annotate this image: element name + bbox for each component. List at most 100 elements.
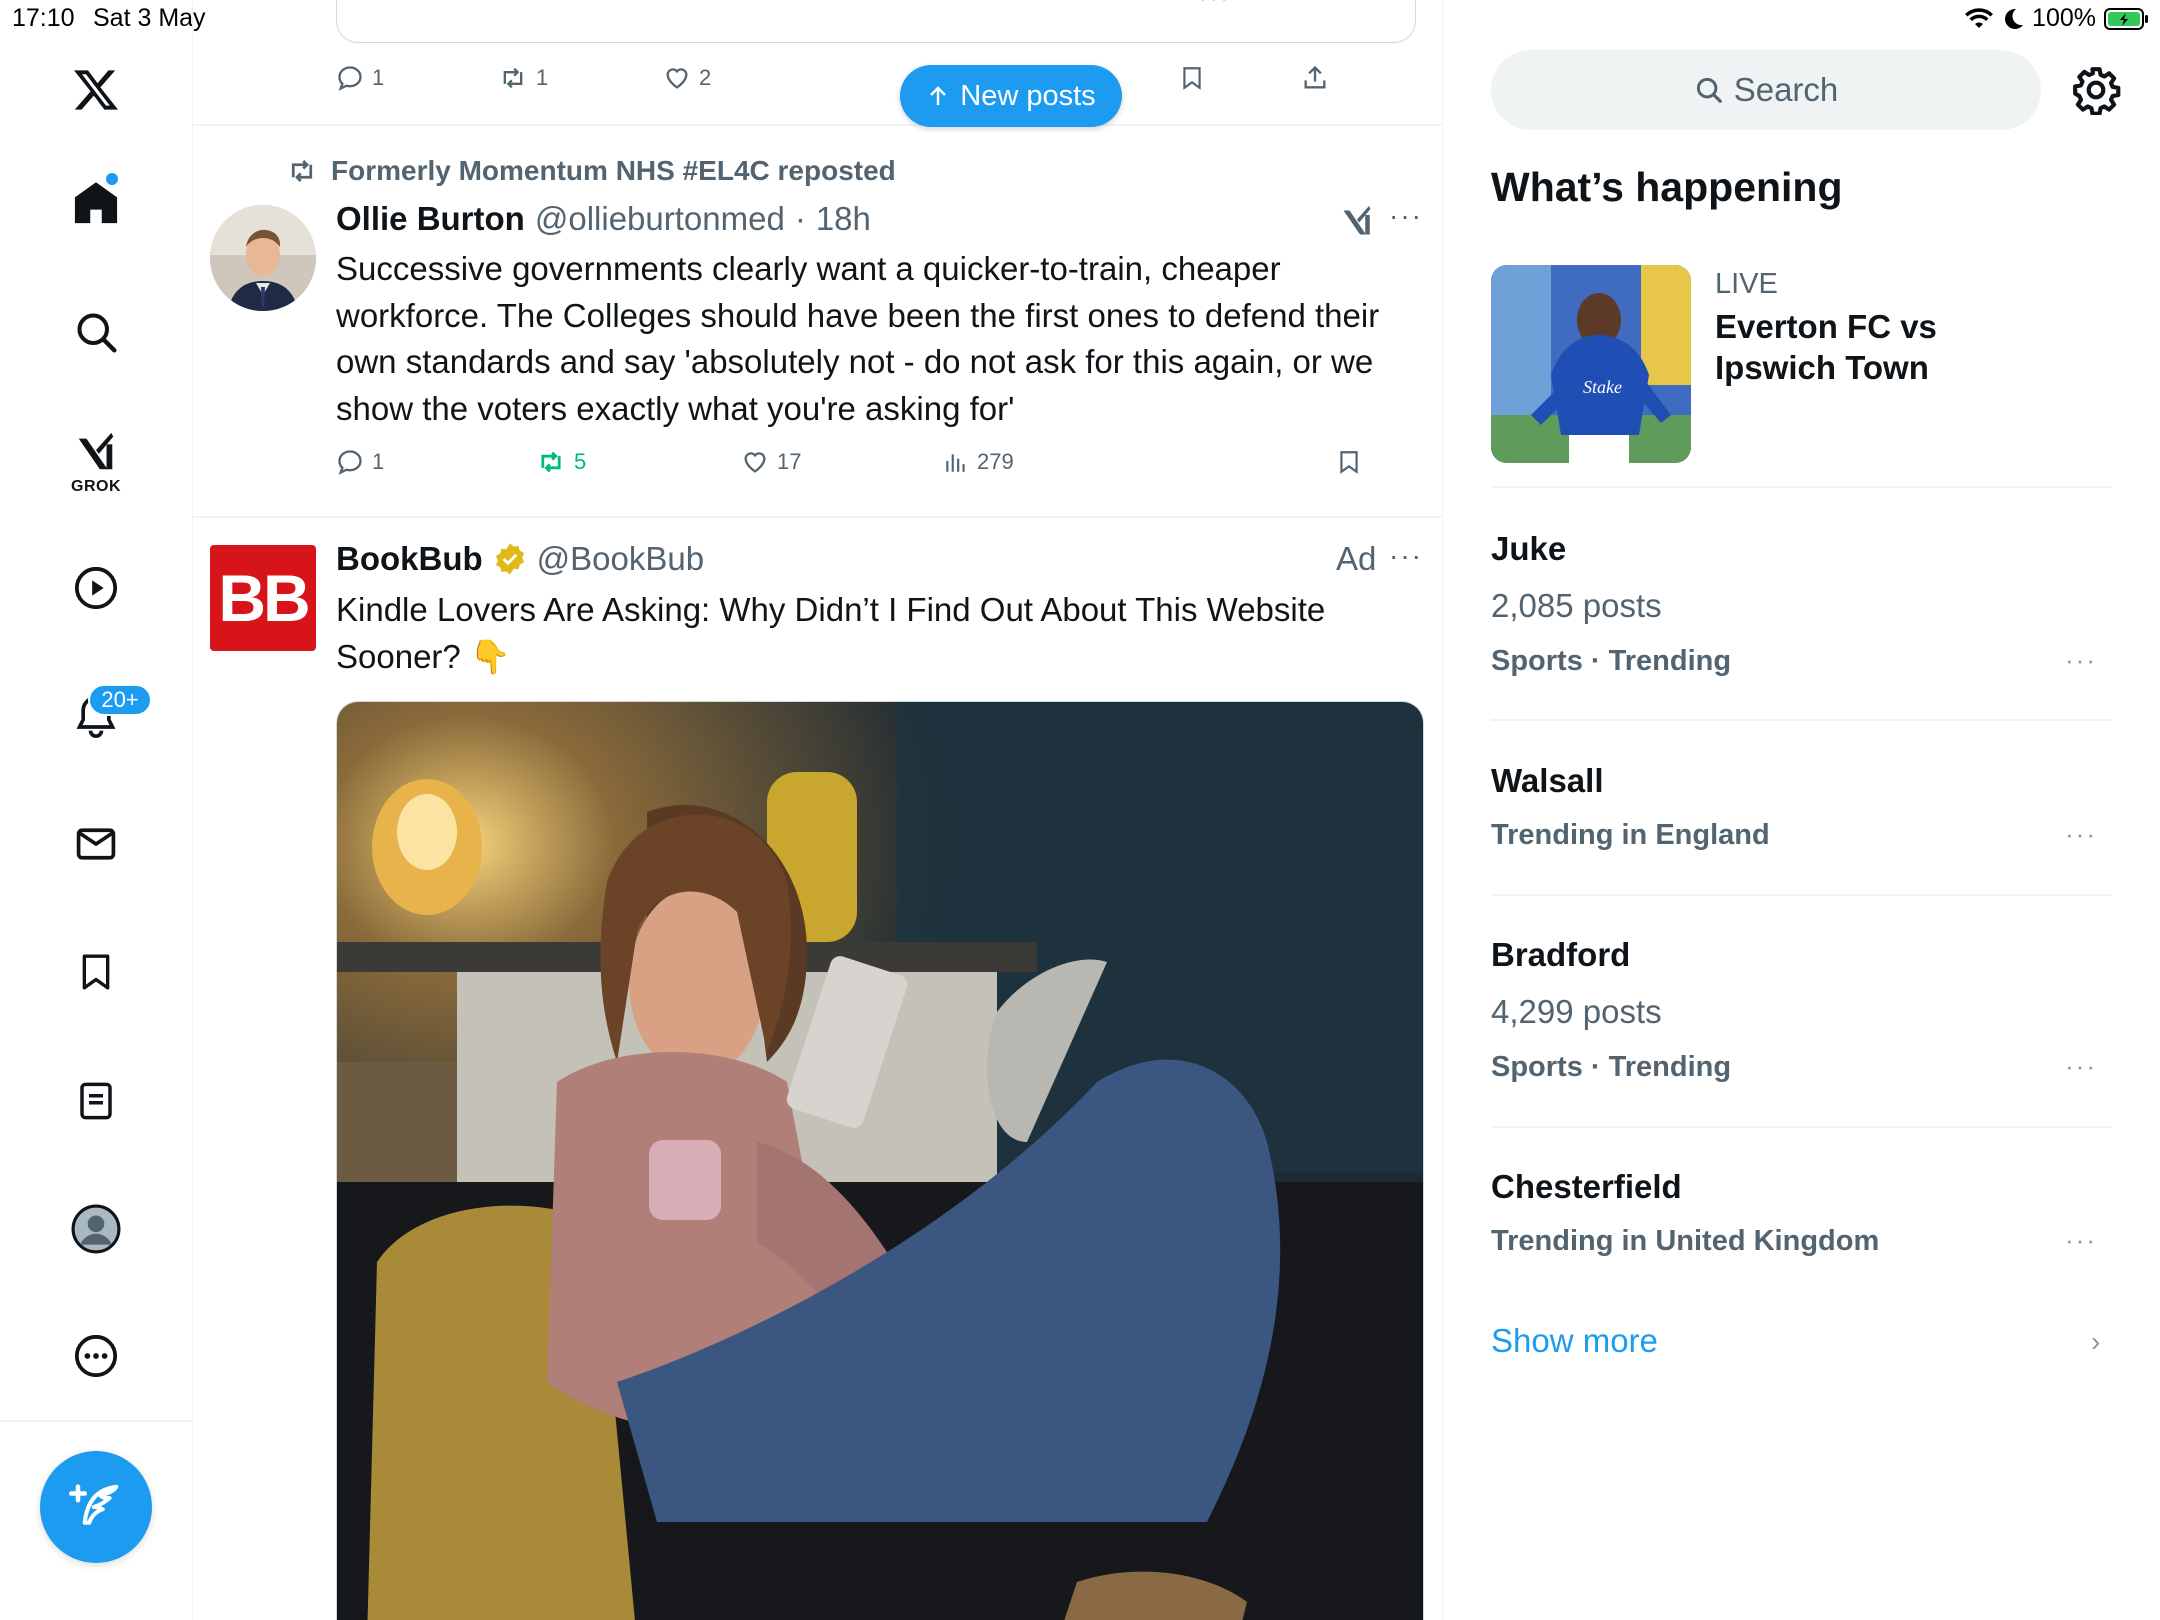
trend-divider <box>1491 719 2111 721</box>
mail-icon[interactable] <box>66 814 126 874</box>
post-divider <box>193 124 1442 126</box>
more-icon[interactable] <box>66 1326 126 1386</box>
trend-divider <box>1491 894 2111 896</box>
like-button[interactable]: 17 <box>741 448 801 476</box>
trend-title[interactable]: Walsall <box>1491 762 1604 800</box>
trend-more-icon[interactable]: ··· <box>2065 1225 2097 1256</box>
trend-more-icon[interactable]: ··· <box>2065 1051 2097 1082</box>
views-count: 279 <box>977 449 1014 474</box>
reply-count: 1 <box>372 449 385 474</box>
trend-count: 4,299 posts <box>1491 993 1662 1030</box>
trend-title[interactable]: Bradford <box>1491 936 1630 974</box>
verified-badge-icon <box>495 543 524 575</box>
avatar[interactable] <box>210 205 316 311</box>
post-time[interactable]: 18h <box>816 200 871 238</box>
search-placeholder: Search <box>1733 71 1839 108</box>
like-count: 2 <box>699 65 712 90</box>
author-name[interactable]: Ollie Burton <box>336 200 525 238</box>
home-unread-dot <box>106 173 118 185</box>
reply-count: 1 <box>372 65 385 90</box>
bookmark-icon <box>1183 67 1201 90</box>
search-icon[interactable] <box>66 302 126 362</box>
right-column: Search What’s happening Stake LIVE Evert… <box>1443 0 2160 1620</box>
trend-divider <box>1491 486 2111 488</box>
new-posts-label: New posts <box>960 79 1096 112</box>
trend-title[interactable]: Chesterfield <box>1491 1168 1682 1206</box>
repost-count: 5 <box>574 449 587 474</box>
repost-context[interactable]: Formerly Momentum NHS #EL4C reposted <box>285 155 896 187</box>
views-icon <box>946 454 965 472</box>
search-icon <box>1696 77 1722 103</box>
chevron-right-icon: › <box>2091 1326 2101 1357</box>
reply-button[interactable]: 1 <box>336 448 384 476</box>
trend-more-icon[interactable]: ··· <box>2065 819 2097 850</box>
bookmark-icon[interactable] <box>66 942 126 1002</box>
trend-more-icon[interactable]: ··· <box>2065 645 2097 676</box>
live-label: LIVE <box>1715 268 1778 300</box>
post-text: Successive governments clearly want a qu… <box>336 250 1380 427</box>
arrow-up-icon <box>930 86 947 105</box>
share-button[interactable] <box>1301 64 1329 92</box>
sidebar: GROK 20+ <box>0 0 193 1620</box>
trend-context: Sports · Trending <box>1491 645 1732 677</box>
show-more-link[interactable]: Show more <box>1491 1322 1658 1360</box>
svg-text:Stake: Stake <box>1583 377 1622 397</box>
bookmark-button[interactable] <box>1336 448 1362 476</box>
repost-button[interactable]: 1 <box>498 64 548 92</box>
heart-icon <box>744 452 766 473</box>
repost-icon <box>503 67 523 89</box>
trend-context: Sports · Trending <box>1491 1051 1732 1083</box>
settings-gear-icon[interactable] <box>2071 65 2121 116</box>
ad-label: Ad <box>1336 540 1377 577</box>
x-logo-icon[interactable] <box>66 60 126 120</box>
post-divider <box>193 516 1442 518</box>
bookbub-logo[interactable]: BB <box>210 545 316 651</box>
heart-icon <box>666 68 688 89</box>
post-header: BookBub @BookBub <box>336 540 704 578</box>
carousel-dots: ••• <box>1199 0 1249 9</box>
views-button[interactable]: 279 <box>943 448 1014 476</box>
repost-count: 1 <box>536 65 549 90</box>
trend-context: Trending in England <box>1491 819 1770 851</box>
post-more-icon[interactable]: ··· <box>1389 540 1423 572</box>
bookmark-button[interactable] <box>1179 64 1205 92</box>
new-posts-button[interactable]: New posts <box>900 65 1122 127</box>
live-event-thumbnail[interactable]: Stake <box>1491 265 1691 463</box>
reply-icon <box>338 450 362 475</box>
repost-context-label: Formerly Momentum NHS #EL4C reposted <box>331 155 896 186</box>
embedded-card[interactable]: ••• <box>336 0 1416 43</box>
section-title: What’s happening <box>1491 164 1843 210</box>
list-icon[interactable] <box>66 1071 126 1131</box>
author-handle[interactable]: @ollieburtonmed <box>535 200 785 238</box>
like-count: 17 <box>777 449 802 474</box>
search-input[interactable]: Search <box>1491 50 2041 130</box>
grok-icon[interactable] <box>1339 203 1375 244</box>
repost-button[interactable]: 5 <box>536 448 586 476</box>
post-text: Kindle Lovers Are Asking: Why Didn’t I F… <box>336 591 1326 675</box>
sidebar-divider <box>0 1420 193 1422</box>
like-button[interactable]: 2 <box>663 64 711 92</box>
ad-image[interactable] <box>336 701 1424 1620</box>
bookmark-icon <box>1340 451 1358 474</box>
grok-icon[interactable] <box>66 422 126 482</box>
compose-button[interactable] <box>40 1451 152 1563</box>
play-icon[interactable] <box>66 558 126 618</box>
author-name[interactable]: BookBub <box>336 540 483 578</box>
repost-icon <box>541 451 561 473</box>
separator-dot: · <box>794 200 806 237</box>
trend-title[interactable]: Juke <box>1491 530 1566 568</box>
author-handle[interactable]: @BookBub <box>537 540 704 578</box>
post-more-icon[interactable]: ··· <box>1389 200 1423 232</box>
post-header: Ollie Burton @ollieburtonmed · 18h <box>336 200 871 238</box>
timeline: ••• 1 1 2 New posts Formerly Momentum NH… <box>193 0 1443 1620</box>
profile-avatar-icon[interactable] <box>66 1199 126 1259</box>
trend-count: 2,085 posts <box>1491 587 1662 624</box>
reply-icon <box>338 66 362 91</box>
trend-context: Trending in United Kingdom <box>1491 1225 1880 1257</box>
share-icon <box>1304 65 1326 89</box>
compose-icon <box>69 1484 119 1525</box>
notification-badge: 20+ <box>88 684 152 716</box>
live-event-title[interactable]: Everton FC vs Ipswich Town <box>1715 306 2015 388</box>
trend-divider <box>1491 1126 2111 1128</box>
reply-button[interactable]: 1 <box>336 64 384 92</box>
